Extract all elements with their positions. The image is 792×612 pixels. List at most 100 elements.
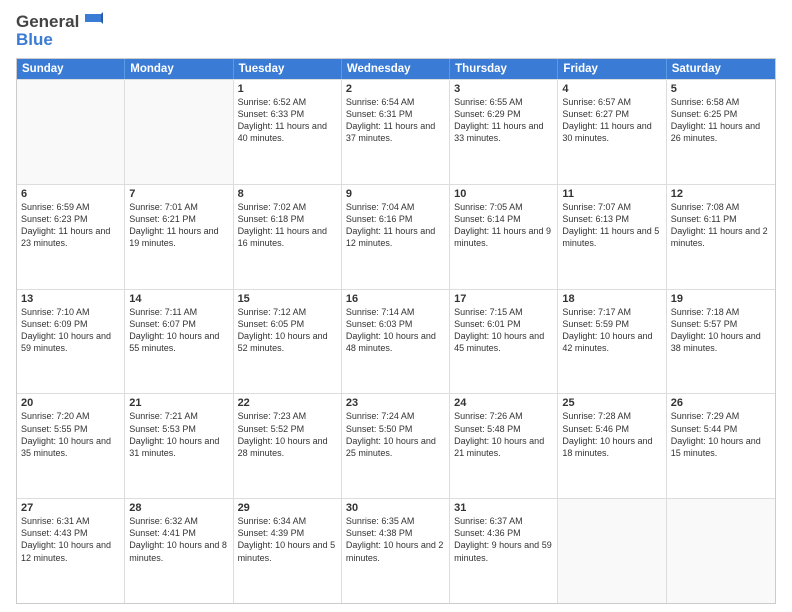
- day-cell-20: 20Sunrise: 7:20 AM Sunset: 5:55 PM Dayli…: [17, 394, 125, 498]
- cell-info: Sunrise: 7:26 AM Sunset: 5:48 PM Dayligh…: [454, 410, 553, 459]
- day-cell-13: 13Sunrise: 7:10 AM Sunset: 6:09 PM Dayli…: [17, 290, 125, 394]
- cell-info: Sunrise: 6:52 AM Sunset: 6:33 PM Dayligh…: [238, 96, 337, 145]
- day-cell-25: 25Sunrise: 7:28 AM Sunset: 5:46 PM Dayli…: [558, 394, 666, 498]
- day-cell-12: 12Sunrise: 7:08 AM Sunset: 6:11 PM Dayli…: [667, 185, 775, 289]
- day-header-tuesday: Tuesday: [234, 59, 342, 79]
- calendar-row-2: 6Sunrise: 6:59 AM Sunset: 6:23 PM Daylig…: [17, 184, 775, 289]
- cell-info: Sunrise: 7:29 AM Sunset: 5:44 PM Dayligh…: [671, 410, 771, 459]
- cell-info: Sunrise: 7:21 AM Sunset: 5:53 PM Dayligh…: [129, 410, 228, 459]
- cell-info: Sunrise: 7:24 AM Sunset: 5:50 PM Dayligh…: [346, 410, 445, 459]
- day-cell-28: 28Sunrise: 6:32 AM Sunset: 4:41 PM Dayli…: [125, 499, 233, 603]
- cell-info: Sunrise: 7:23 AM Sunset: 5:52 PM Dayligh…: [238, 410, 337, 459]
- cell-info: Sunrise: 6:59 AM Sunset: 6:23 PM Dayligh…: [21, 201, 120, 250]
- day-cell-30: 30Sunrise: 6:35 AM Sunset: 4:38 PM Dayli…: [342, 499, 450, 603]
- day-cell-3: 3Sunrise: 6:55 AM Sunset: 6:29 PM Daylig…: [450, 80, 558, 184]
- logo-blue-text: Blue: [16, 30, 53, 50]
- day-number: 23: [346, 397, 445, 409]
- day-cell-11: 11Sunrise: 7:07 AM Sunset: 6:13 PM Dayli…: [558, 185, 666, 289]
- day-number: 29: [238, 502, 337, 514]
- day-number: 20: [21, 397, 120, 409]
- empty-cell-0-0: [17, 80, 125, 184]
- cell-info: Sunrise: 7:20 AM Sunset: 5:55 PM Dayligh…: [21, 410, 120, 459]
- cell-info: Sunrise: 7:18 AM Sunset: 5:57 PM Dayligh…: [671, 306, 771, 355]
- day-number: 28: [129, 502, 228, 514]
- logo-flag-icon: [81, 12, 103, 30]
- cell-info: Sunrise: 7:07 AM Sunset: 6:13 PM Dayligh…: [562, 201, 661, 250]
- day-number: 14: [129, 293, 228, 305]
- cell-info: Sunrise: 7:02 AM Sunset: 6:18 PM Dayligh…: [238, 201, 337, 250]
- cell-info: Sunrise: 6:37 AM Sunset: 4:36 PM Dayligh…: [454, 515, 553, 564]
- day-number: 1: [238, 83, 337, 95]
- day-number: 31: [454, 502, 553, 514]
- cell-info: Sunrise: 7:17 AM Sunset: 5:59 PM Dayligh…: [562, 306, 661, 355]
- day-number: 25: [562, 397, 661, 409]
- day-number: 27: [21, 502, 120, 514]
- day-cell-26: 26Sunrise: 7:29 AM Sunset: 5:44 PM Dayli…: [667, 394, 775, 498]
- day-cell-24: 24Sunrise: 7:26 AM Sunset: 5:48 PM Dayli…: [450, 394, 558, 498]
- day-number: 8: [238, 188, 337, 200]
- cell-info: Sunrise: 6:58 AM Sunset: 6:25 PM Dayligh…: [671, 96, 771, 145]
- day-number: 6: [21, 188, 120, 200]
- day-cell-17: 17Sunrise: 7:15 AM Sunset: 6:01 PM Dayli…: [450, 290, 558, 394]
- cell-info: Sunrise: 7:28 AM Sunset: 5:46 PM Dayligh…: [562, 410, 661, 459]
- day-number: 10: [454, 188, 553, 200]
- day-number: 16: [346, 293, 445, 305]
- day-number: 30: [346, 502, 445, 514]
- calendar-row-5: 27Sunrise: 6:31 AM Sunset: 4:43 PM Dayli…: [17, 498, 775, 603]
- empty-cell-0-1: [125, 80, 233, 184]
- day-number: 9: [346, 188, 445, 200]
- calendar-row-3: 13Sunrise: 7:10 AM Sunset: 6:09 PM Dayli…: [17, 289, 775, 394]
- cell-info: Sunrise: 6:54 AM Sunset: 6:31 PM Dayligh…: [346, 96, 445, 145]
- day-cell-15: 15Sunrise: 7:12 AM Sunset: 6:05 PM Dayli…: [234, 290, 342, 394]
- logo-general-text: General: [16, 12, 79, 32]
- day-number: 7: [129, 188, 228, 200]
- cell-info: Sunrise: 7:05 AM Sunset: 6:14 PM Dayligh…: [454, 201, 553, 250]
- cell-info: Sunrise: 7:01 AM Sunset: 6:21 PM Dayligh…: [129, 201, 228, 250]
- day-header-monday: Monday: [125, 59, 233, 79]
- day-number: 19: [671, 293, 771, 305]
- day-cell-4: 4Sunrise: 6:57 AM Sunset: 6:27 PM Daylig…: [558, 80, 666, 184]
- cell-info: Sunrise: 7:04 AM Sunset: 6:16 PM Dayligh…: [346, 201, 445, 250]
- day-cell-23: 23Sunrise: 7:24 AM Sunset: 5:50 PM Dayli…: [342, 394, 450, 498]
- day-cell-9: 9Sunrise: 7:04 AM Sunset: 6:16 PM Daylig…: [342, 185, 450, 289]
- header: General Blue: [16, 12, 776, 50]
- day-cell-19: 19Sunrise: 7:18 AM Sunset: 5:57 PM Dayli…: [667, 290, 775, 394]
- day-cell-5: 5Sunrise: 6:58 AM Sunset: 6:25 PM Daylig…: [667, 80, 775, 184]
- day-cell-18: 18Sunrise: 7:17 AM Sunset: 5:59 PM Dayli…: [558, 290, 666, 394]
- day-cell-6: 6Sunrise: 6:59 AM Sunset: 6:23 PM Daylig…: [17, 185, 125, 289]
- logo: General Blue: [16, 12, 103, 50]
- day-number: 13: [21, 293, 120, 305]
- empty-cell-4-5: [558, 499, 666, 603]
- day-cell-8: 8Sunrise: 7:02 AM Sunset: 6:18 PM Daylig…: [234, 185, 342, 289]
- day-cell-7: 7Sunrise: 7:01 AM Sunset: 6:21 PM Daylig…: [125, 185, 233, 289]
- day-cell-22: 22Sunrise: 7:23 AM Sunset: 5:52 PM Dayli…: [234, 394, 342, 498]
- day-number: 24: [454, 397, 553, 409]
- cell-info: Sunrise: 7:14 AM Sunset: 6:03 PM Dayligh…: [346, 306, 445, 355]
- day-header-saturday: Saturday: [667, 59, 775, 79]
- day-number: 17: [454, 293, 553, 305]
- cell-info: Sunrise: 7:11 AM Sunset: 6:07 PM Dayligh…: [129, 306, 228, 355]
- cell-info: Sunrise: 6:35 AM Sunset: 4:38 PM Dayligh…: [346, 515, 445, 564]
- calendar-row-1: 1Sunrise: 6:52 AM Sunset: 6:33 PM Daylig…: [17, 79, 775, 184]
- cell-info: Sunrise: 6:57 AM Sunset: 6:27 PM Dayligh…: [562, 96, 661, 145]
- day-number: 22: [238, 397, 337, 409]
- cell-info: Sunrise: 7:15 AM Sunset: 6:01 PM Dayligh…: [454, 306, 553, 355]
- day-number: 12: [671, 188, 771, 200]
- day-cell-29: 29Sunrise: 6:34 AM Sunset: 4:39 PM Dayli…: [234, 499, 342, 603]
- day-header-wednesday: Wednesday: [342, 59, 450, 79]
- day-number: 11: [562, 188, 661, 200]
- day-cell-27: 27Sunrise: 6:31 AM Sunset: 4:43 PM Dayli…: [17, 499, 125, 603]
- cell-info: Sunrise: 6:55 AM Sunset: 6:29 PM Dayligh…: [454, 96, 553, 145]
- day-header-sunday: Sunday: [17, 59, 125, 79]
- cell-info: Sunrise: 6:32 AM Sunset: 4:41 PM Dayligh…: [129, 515, 228, 564]
- cell-info: Sunrise: 7:12 AM Sunset: 6:05 PM Dayligh…: [238, 306, 337, 355]
- day-cell-16: 16Sunrise: 7:14 AM Sunset: 6:03 PM Dayli…: [342, 290, 450, 394]
- cell-info: Sunrise: 7:08 AM Sunset: 6:11 PM Dayligh…: [671, 201, 771, 250]
- day-number: 26: [671, 397, 771, 409]
- calendar: SundayMondayTuesdayWednesdayThursdayFrid…: [16, 58, 776, 604]
- day-cell-2: 2Sunrise: 6:54 AM Sunset: 6:31 PM Daylig…: [342, 80, 450, 184]
- day-cell-21: 21Sunrise: 7:21 AM Sunset: 5:53 PM Dayli…: [125, 394, 233, 498]
- day-header-friday: Friday: [558, 59, 666, 79]
- day-header-thursday: Thursday: [450, 59, 558, 79]
- day-number: 4: [562, 83, 661, 95]
